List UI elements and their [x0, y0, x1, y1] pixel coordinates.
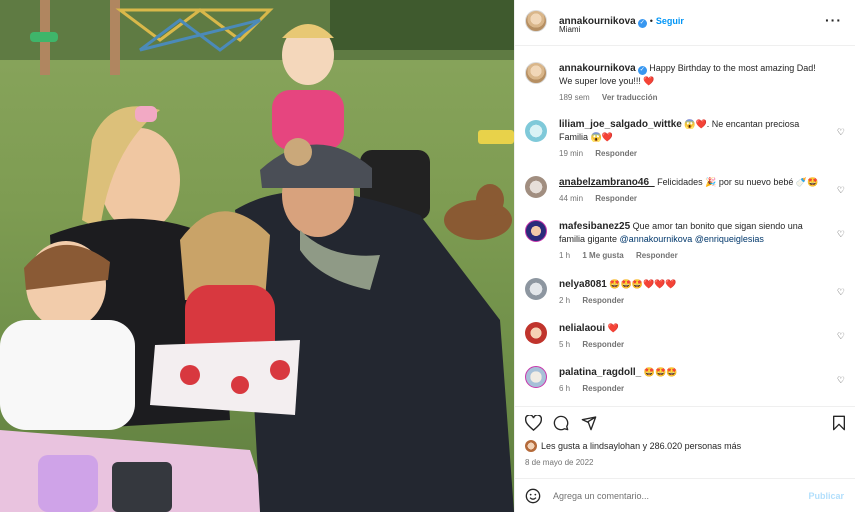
verified-icon: ✓ [637, 19, 647, 28]
comment-body: anabelzambrano46_ Felicidades 🎉 por su n… [559, 176, 825, 205]
reply-button[interactable]: Responder [595, 194, 637, 203]
reply-button[interactable]: Responder [636, 251, 678, 260]
comment-avatar[interactable] [525, 366, 547, 388]
comment-body: nelialaoui ❤️ 5 h Responder [559, 322, 825, 351]
comment-text: Felicidades 🎉 por su nuevo bebé 🍼🤩 [657, 177, 819, 187]
comment-icon[interactable] [553, 415, 569, 431]
comment-username[interactable]: nelialaoui [559, 323, 605, 334]
reply-button[interactable]: Responder [582, 340, 624, 349]
caption-meta: 189 sem Ver traducción [559, 91, 825, 104]
separator-dot: • [649, 16, 653, 26]
comment-meta: 5 h Responder [559, 338, 825, 351]
comment-text: 🤩🤩🤩 [643, 367, 678, 377]
comment-age[interactable]: 5 h [559, 340, 570, 349]
comment-age[interactable]: 44 min [559, 194, 583, 203]
comment-username[interactable]: anabelzambrano46_ [559, 177, 655, 188]
reply-button[interactable]: Responder [582, 384, 624, 393]
post-action-bar [515, 406, 855, 436]
comment-meta: 19 min Responder [559, 147, 825, 160]
comment-avatar[interactable] [525, 176, 547, 198]
likes-summary[interactable]: Les gusta a lindsaylohan y 286.020 perso… [525, 440, 741, 452]
comment-meta: 1 h 1 Me gusta Responder [559, 249, 825, 262]
comment-like-heart-icon[interactable]: ♡ [837, 330, 845, 343]
comment-avatar[interactable] [525, 278, 547, 300]
comment-like-heart-icon[interactable]: ♡ [837, 286, 845, 299]
comment-like-heart-icon[interactable]: ♡ [837, 374, 845, 387]
comment-meta: 6 h Responder [559, 382, 825, 395]
likes-text: Les gusta a lindsaylohan y 286.020 perso… [541, 441, 742, 451]
add-comment-bar: Agrega un comentario... Publicar [515, 478, 855, 512]
author-avatar[interactable] [525, 10, 547, 32]
comment-like-count[interactable]: 1 Me gusta [582, 251, 623, 260]
comment-username[interactable]: nelya8081 [559, 279, 607, 290]
comment-like-heart-icon[interactable]: ♡ [837, 184, 845, 197]
post-date[interactable]: 8 de mayo de 2022 [525, 458, 594, 467]
comment-text: ❤️ [607, 323, 619, 333]
family-photo-illustration [0, 0, 514, 512]
liker-avatar [525, 440, 537, 452]
heart-icon[interactable] [525, 415, 542, 431]
see-translation-button[interactable]: Ver traducción [602, 93, 658, 102]
comment-like-heart-icon[interactable]: ♡ [837, 228, 845, 241]
emoji-icon[interactable] [525, 488, 541, 504]
more-options-icon[interactable]: ··· [825, 12, 842, 28]
comment-body: palatina_ragdoll_ 🤩🤩🤩 6 h Responder [559, 366, 825, 395]
comment-body: nelya8081 🤩🤩🤩❤️❤️❤️ 2 h Responder [559, 278, 825, 307]
post-photo[interactable] [0, 0, 514, 512]
reply-button[interactable]: Responder [595, 149, 637, 158]
comment-avatar[interactable] [525, 120, 547, 142]
add-comment-input[interactable]: Agrega un comentario... [553, 491, 649, 501]
comment-username[interactable]: mafesibanez25 [559, 221, 630, 232]
follow-button[interactable]: Seguir [656, 16, 684, 26]
caption-username[interactable]: annakournikova [559, 63, 636, 74]
comment-meta: 44 min Responder [559, 192, 825, 205]
post-location[interactable]: Miami [559, 25, 580, 34]
comment-age[interactable]: 2 h [559, 296, 570, 305]
comment-username[interactable]: liliam_joe_salgado_wittke [559, 119, 682, 130]
comment-avatar[interactable] [525, 322, 547, 344]
comment-mentions[interactable]: @annakournikova @enriqueiglesias [620, 234, 764, 244]
comment-text: 🤩🤩🤩❤️❤️❤️ [609, 279, 677, 289]
reply-button[interactable]: Responder [582, 296, 624, 305]
comment-body: liliam_joe_salgado_wittke 😱❤️. Ne encant… [559, 118, 825, 160]
save-icon[interactable] [832, 415, 846, 431]
comment-username[interactable]: palatina_ragdoll_ [559, 367, 641, 378]
comment-age[interactable]: 6 h [559, 384, 570, 393]
caption-body: annakournikova ✓ Happy Birthday to the mo… [559, 62, 825, 104]
publish-button[interactable]: Publicar [808, 491, 844, 501]
comment-avatar[interactable] [525, 220, 547, 242]
comment-age[interactable]: 19 min [559, 149, 583, 158]
comment-body: mafesibanez25 Que amor tan bonito que si… [559, 220, 825, 262]
caption-age[interactable]: 189 sem [559, 93, 590, 102]
post-header: annakournikova ✓ • Seguir Miami ··· [515, 0, 855, 46]
caption-avatar[interactable] [525, 62, 547, 84]
share-icon[interactable] [581, 415, 597, 431]
comment-meta: 2 h Responder [559, 294, 825, 307]
comment-age[interactable]: 1 h [559, 251, 570, 260]
comment-like-heart-icon[interactable]: ♡ [837, 126, 845, 139]
post-side-panel: annakournikova ✓ • Seguir Miami ··· annakou… [514, 0, 855, 512]
verified-icon: ✓ [637, 66, 647, 75]
